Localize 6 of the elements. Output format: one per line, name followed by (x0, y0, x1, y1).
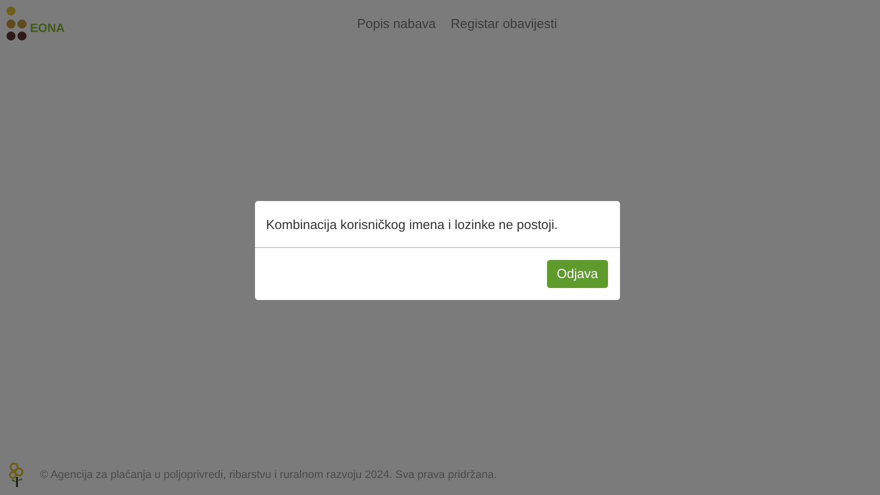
nav-link[interactable]: Popis nabava (357, 14, 436, 34)
flower-icon (8, 462, 26, 488)
logo-text: EONA (30, 20, 65, 37)
nav-link[interactable]: Registar obavijesti (450, 14, 557, 34)
dialog-message: Kombinacija korisničkog imena i lozinke ne postoji. (265, 216, 559, 234)
logout-button[interactable]: Odjava (546, 260, 608, 288)
